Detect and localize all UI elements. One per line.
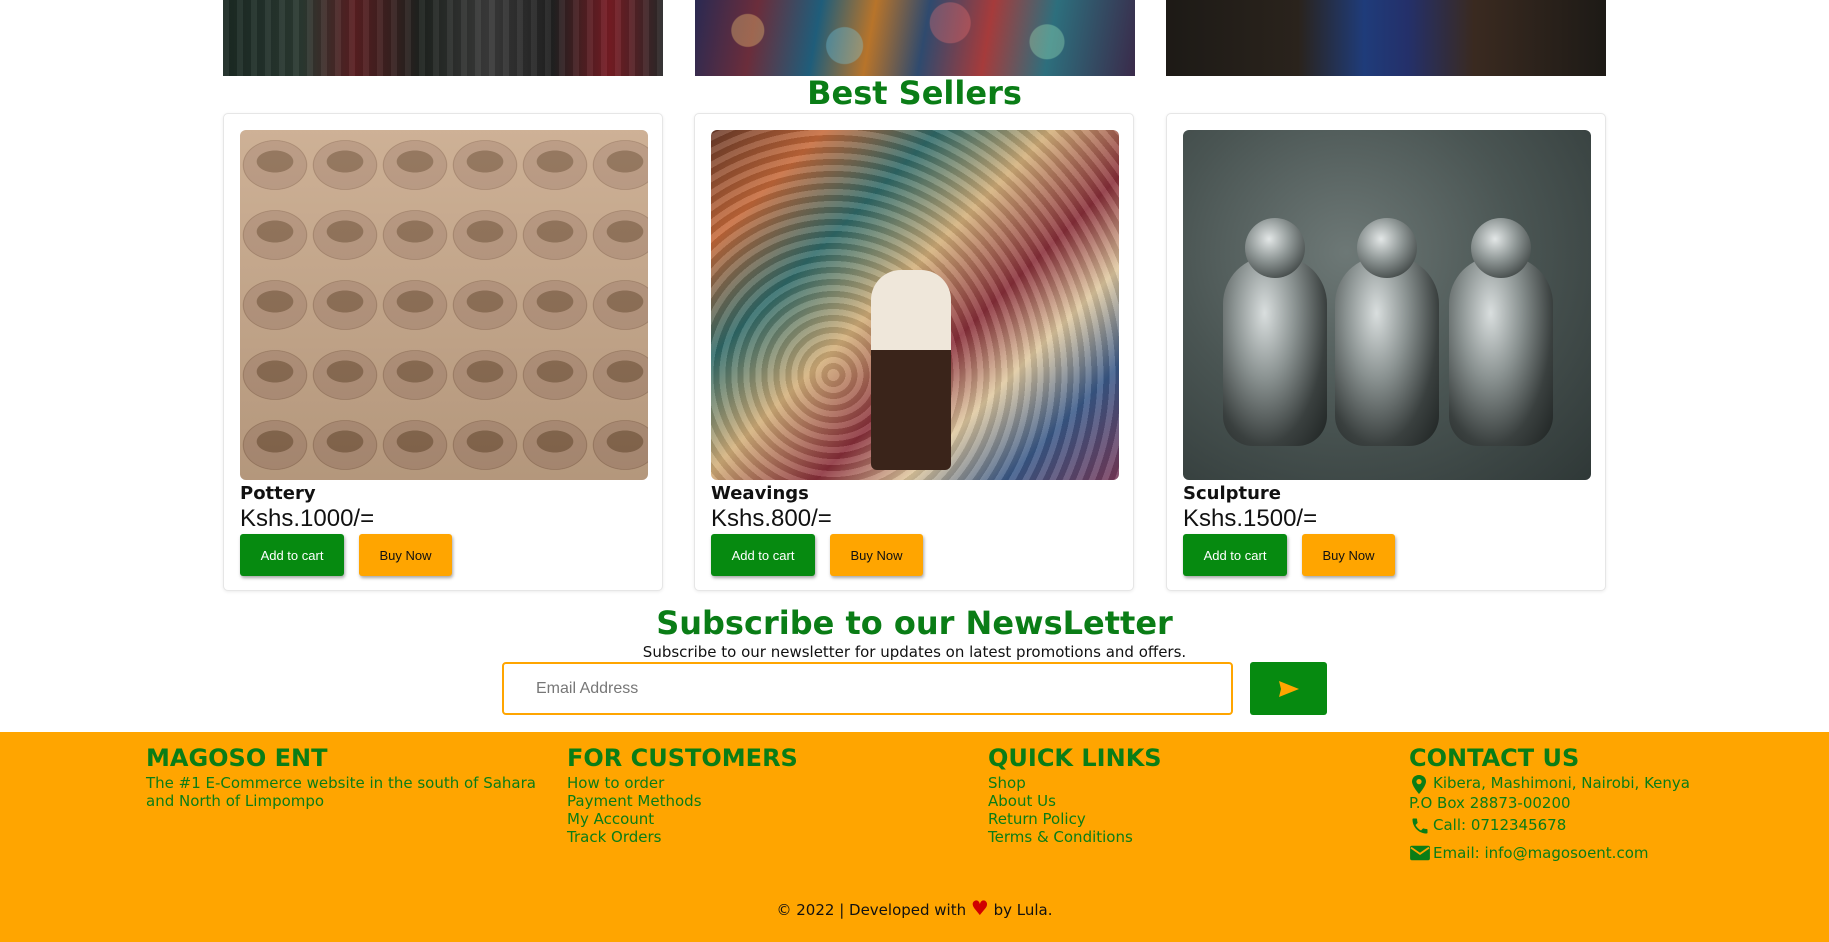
newsletter-send-button[interactable] bbox=[1250, 662, 1327, 715]
contact-email[interactable]: Email: info@magosoent.com bbox=[1433, 844, 1649, 862]
footer-link-return-policy[interactable]: Return Policy bbox=[988, 810, 1388, 828]
footer-link-how-to-order[interactable]: How to order bbox=[567, 774, 967, 792]
footer-quick-links: QUICK LINKS Shop About Us Return Policy … bbox=[988, 744, 1388, 846]
add-to-cart-button[interactable]: Add to cart bbox=[240, 534, 344, 576]
category-banner-strip bbox=[223, 0, 1606, 76]
footer-customers-title: FOR CUSTOMERS bbox=[567, 744, 798, 772]
category-image-plates[interactable] bbox=[695, 0, 1135, 76]
product-price: Kshs.1000/= bbox=[240, 505, 375, 532]
contact-phone-row: Call: 0712345678 bbox=[1409, 816, 1809, 838]
footer-contact: CONTACT US Kibera, Mashimoni, Nairobi, K… bbox=[1409, 744, 1809, 868]
footer-link-about-us[interactable]: About Us bbox=[988, 792, 1388, 810]
footer-brand-tagline: The #1 E-Commerce website in the south o… bbox=[146, 774, 536, 810]
best-sellers-title: Best Sellers bbox=[807, 74, 1022, 112]
product-name: Sculpture bbox=[1183, 483, 1282, 504]
email-input[interactable] bbox=[502, 662, 1233, 715]
contact-email-row: Email: info@magosoent.com bbox=[1409, 844, 1809, 866]
contact-address-block: Kibera, Mashimoni, Nairobi, Kenya P.O Bo… bbox=[1409, 774, 1809, 812]
add-to-cart-button[interactable]: Add to cart bbox=[711, 534, 815, 576]
copyright-suffix: by Lula. bbox=[993, 901, 1053, 919]
product-image-sculpture[interactable] bbox=[1183, 130, 1591, 480]
product-name: Pottery bbox=[240, 483, 316, 504]
contact-address-row: Kibera, Mashimoni, Nairobi, Kenya bbox=[1409, 774, 1809, 796]
heart-icon: ♥ bbox=[970, 896, 989, 920]
product-card-sculpture: Sculpture Kshs.1500/= Add to cart Buy No… bbox=[1166, 113, 1606, 591]
sculpture-figure bbox=[1335, 218, 1439, 446]
buy-now-button[interactable]: Buy Now bbox=[1302, 534, 1395, 576]
location-pin-icon bbox=[1409, 774, 1433, 796]
sculpture-figure bbox=[1223, 218, 1327, 446]
product-name: Weavings bbox=[711, 483, 809, 504]
product-price: Kshs.1500/= bbox=[1183, 505, 1318, 532]
footer-link-payment-methods[interactable]: Payment Methods bbox=[567, 792, 967, 810]
footer-link-terms[interactable]: Terms & Conditions bbox=[988, 828, 1388, 846]
newsletter-description: Subscribe to our newsletter for updates … bbox=[642, 643, 1187, 661]
contact-address: Kibera, Mashimoni, Nairobi, Kenya bbox=[1433, 774, 1690, 792]
contact-phone[interactable]: Call: 0712345678 bbox=[1433, 816, 1566, 834]
sculpture-figure bbox=[1449, 218, 1553, 446]
newsletter-title: Subscribe to our NewsLetter bbox=[656, 604, 1173, 642]
footer-link-shop[interactable]: Shop bbox=[988, 774, 1388, 792]
phone-icon bbox=[1409, 816, 1433, 838]
copyright-line: © 2022 | Developed with ♥ by Lula. bbox=[0, 896, 1829, 920]
site-footer: MAGOSO ENT The #1 E-Commerce website in … bbox=[0, 732, 1829, 942]
footer-link-track-orders[interactable]: Track Orders bbox=[567, 828, 967, 846]
buy-now-button[interactable]: Buy Now bbox=[359, 534, 452, 576]
product-image-pottery[interactable] bbox=[240, 130, 648, 480]
footer-contact-title: CONTACT US bbox=[1409, 744, 1580, 772]
buy-now-button[interactable]: Buy Now bbox=[830, 534, 923, 576]
category-image-fashion[interactable] bbox=[1166, 0, 1606, 76]
product-image-weavings[interactable] bbox=[711, 130, 1119, 480]
footer-link-my-account[interactable]: My Account bbox=[567, 810, 967, 828]
footer-quick-links-title: QUICK LINKS bbox=[988, 744, 1162, 772]
category-image-textiles[interactable] bbox=[223, 0, 663, 76]
copyright-prefix: © 2022 | Developed with bbox=[776, 901, 967, 919]
product-card-pottery: Pottery Kshs.1000/= Add to cart Buy Now bbox=[223, 113, 663, 591]
product-price: Kshs.800/= bbox=[711, 505, 832, 532]
footer-brand: MAGOSO ENT The #1 E-Commerce website in … bbox=[146, 744, 556, 810]
send-icon bbox=[1278, 680, 1299, 697]
product-card-weavings: Weavings Kshs.800/= Add to cart Buy Now bbox=[694, 113, 1134, 591]
add-to-cart-button[interactable]: Add to cart bbox=[1183, 534, 1287, 576]
footer-customers: FOR CUSTOMERS How to order Payment Metho… bbox=[567, 744, 967, 846]
mail-icon bbox=[1409, 844, 1433, 866]
footer-brand-title: MAGOSO ENT bbox=[146, 744, 328, 772]
contact-po-box: P.O Box 28873-00200 bbox=[1409, 794, 1571, 812]
